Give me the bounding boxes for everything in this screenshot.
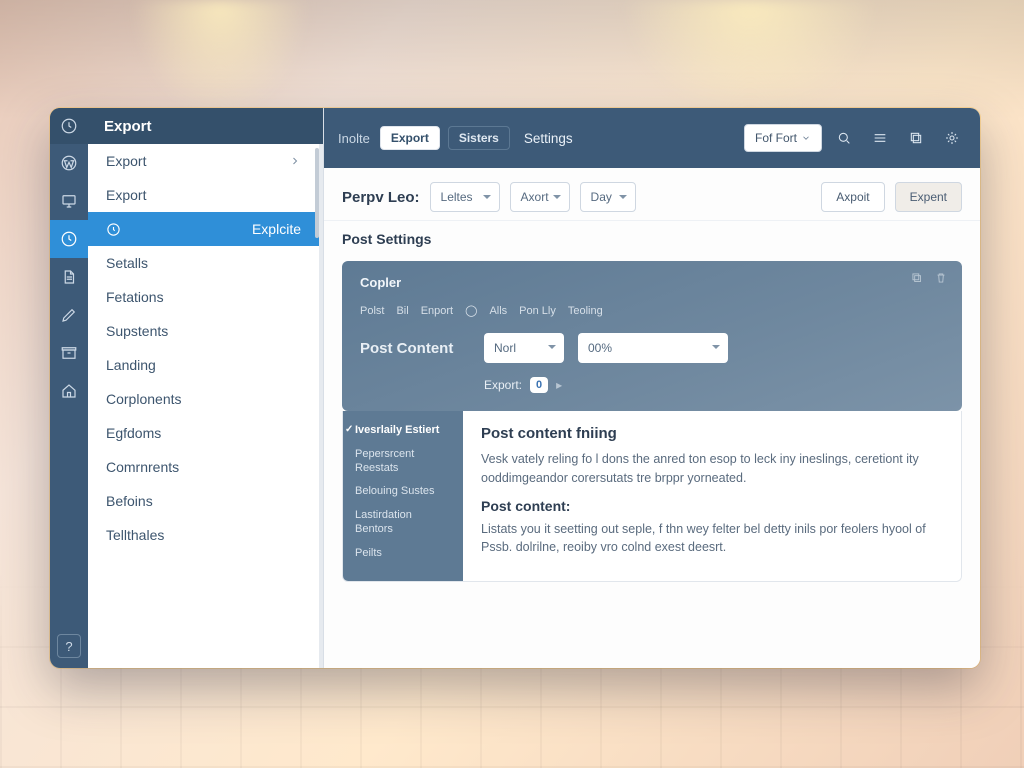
sidebar-item-label: Befoins [106, 493, 153, 509]
settings-panel: Copler Polst Bil Enport ◯ Alls Pon Lly T… [342, 261, 962, 411]
sidebar-item-export-1[interactable]: Export [88, 144, 319, 178]
window-title: Export [88, 108, 323, 144]
sidebar-item-corplonents[interactable]: Corplonents [88, 382, 319, 416]
pencil-icon[interactable] [50, 296, 88, 334]
wordpress-icon[interactable] [50, 144, 88, 182]
main-area: Inolte Export Sisters Settings Fof Fort … [324, 108, 980, 668]
subnav-item-4[interactable]: Peilts [343, 542, 463, 566]
sidebar-item-label: Export [106, 153, 146, 169]
sidebar-item-label: Landing [106, 357, 156, 373]
sidebar-item-label: Supstents [106, 323, 168, 339]
post-content-row: Post Content Norl 00% [360, 333, 944, 363]
tab-settings[interactable]: Settings [518, 127, 579, 150]
help-button[interactable]: ? [57, 634, 81, 658]
sidebar-item-tellthales[interactable]: Tellthales [88, 518, 319, 552]
axpoit-button[interactable]: Axpoit [821, 182, 884, 212]
export-label: Export: [484, 378, 522, 392]
panel-meta-4: Pon Lly [519, 305, 556, 317]
font-dropdown[interactable]: Fof Fort [744, 124, 822, 152]
panel-meta-1: Bil [396, 305, 408, 317]
monitor-icon[interactable] [50, 182, 88, 220]
clock-small-icon [106, 222, 124, 237]
sidebar-item-fetations[interactable]: Fetations [88, 280, 319, 314]
icon-rail: ? [50, 108, 88, 668]
sidebar-scrollbar[interactable] [315, 148, 319, 238]
filter-select-3[interactable]: Day [580, 182, 636, 212]
panel-header: Copler Polst Bil Enport ◯ Alls Pon Lly T… [360, 275, 944, 317]
sidebar-item-export-2[interactable]: Export [88, 178, 319, 212]
sidebar-item-label: Corplonents [106, 391, 182, 407]
filter-select-2-value: Axort [521, 190, 549, 204]
topbar: Inolte Export Sisters Settings Fof Fort [324, 108, 980, 168]
sidebar: Export Export Explcite Setalls Fetations… [88, 144, 323, 668]
filter-select-1[interactable]: Leltes [430, 182, 500, 212]
doc-paragraph-1: Vesk vately reling fo l dons the anred t… [481, 450, 943, 488]
sidebar-item-label: Explcite [252, 221, 301, 237]
archive-icon[interactable] [50, 334, 88, 372]
panel-trash-icon[interactable] [934, 271, 948, 290]
post-content-select-b-value: 00% [588, 341, 612, 355]
subnav: Ivesrlaily Estiert Pepersrcent Reestats … [343, 411, 463, 581]
chevron-right-icon [289, 155, 301, 167]
filter-bar: Perpv Leo: Leltes Axort Day Axpoit Expen… [324, 168, 980, 221]
lower-split: Ivesrlaily Estiert Pepersrcent Reestats … [342, 411, 962, 582]
export-row: Export: 0 ▸ [360, 377, 944, 393]
tab-sisters[interactable]: Sisters [448, 126, 510, 150]
home-icon[interactable] [50, 372, 88, 410]
settings-icon[interactable] [938, 124, 966, 152]
subnav-item-0[interactable]: Ivesrlaily Estiert [343, 419, 463, 443]
sidebar-item-supstents[interactable]: Supstents [88, 314, 319, 348]
document-icon[interactable] [50, 258, 88, 296]
panel-copy-icon[interactable] [910, 271, 924, 290]
post-content-select-a-value: Norl [494, 341, 516, 355]
filter-label: Perpv Leo: [342, 189, 420, 206]
tab-export[interactable]: Export [380, 126, 440, 150]
doc-subheading: Post content: [481, 498, 943, 514]
app-window: ? Export Export Export Explcite Setalls … [50, 108, 980, 668]
doc-pane: Post content fniing Vesk vately reling f… [463, 411, 961, 581]
panel-meta-5: Teoling [568, 305, 603, 317]
panel-title: Copler [360, 275, 944, 290]
subnav-item-3[interactable]: Lastirdation Bentors [343, 504, 463, 542]
panel-meta-0: Polst [360, 305, 384, 317]
post-content-label: Post Content [360, 340, 470, 357]
sidebar-item-setalls[interactable]: Setalls [88, 246, 319, 280]
breadcrumb: Inolte [338, 131, 370, 146]
sidebar-item-landing[interactable]: Landing [88, 348, 319, 382]
post-content-select-a[interactable]: Norl [484, 333, 564, 363]
sidebar-item-label: Tellthales [106, 527, 164, 543]
section-title: Post Settings [324, 221, 980, 255]
panel-meta-3: Alls [489, 305, 507, 317]
subnav-item-1[interactable]: Pepersrcent Reestats [343, 443, 463, 481]
sidebar-item-label: Setalls [106, 255, 148, 271]
copy-icon[interactable] [902, 124, 930, 152]
sidebar-item-label: Export [106, 187, 146, 203]
search-icon[interactable] [830, 124, 858, 152]
font-dropdown-label: Fof Fort [755, 131, 797, 145]
filter-select-1-value: Leltes [441, 190, 473, 204]
menu-icon[interactable] [866, 124, 894, 152]
export-chip[interactable]: 0 [530, 377, 548, 393]
doc-heading: Post content fniing [481, 425, 943, 442]
clock-icon [50, 108, 88, 145]
sidebar-item-befoins[interactable]: Befoins [88, 484, 319, 518]
export-caret-icon: ▸ [556, 378, 562, 392]
sidebar-column: Export Export Export Explcite Setalls Fe… [88, 108, 324, 668]
chevron-down-icon [801, 133, 811, 143]
sidebar-item-explcite[interactable]: Explcite [88, 212, 319, 246]
clock2-icon[interactable] [50, 220, 88, 258]
filter-select-2[interactable]: Axort [510, 182, 570, 212]
rail-cap [50, 108, 88, 144]
subnav-item-2[interactable]: Belouing Sustes [343, 480, 463, 504]
sidebar-item-label: Fetations [106, 289, 164, 305]
sidebar-item-egfdoms[interactable]: Egfdoms [88, 416, 319, 450]
sidebar-item-label: Egfdoms [106, 425, 161, 441]
filter-select-3-value: Day [591, 190, 612, 204]
panel-meta-2: Enport [421, 305, 453, 317]
post-content-select-b[interactable]: 00% [578, 333, 728, 363]
expent-button[interactable]: Expent [895, 182, 962, 212]
sidebar-item-comrnrents[interactable]: Comrnrents [88, 450, 319, 484]
doc-paragraph-2: Listats you it seetting out seple, f thn… [481, 520, 943, 558]
sidebar-item-label: Comrnrents [106, 459, 179, 475]
